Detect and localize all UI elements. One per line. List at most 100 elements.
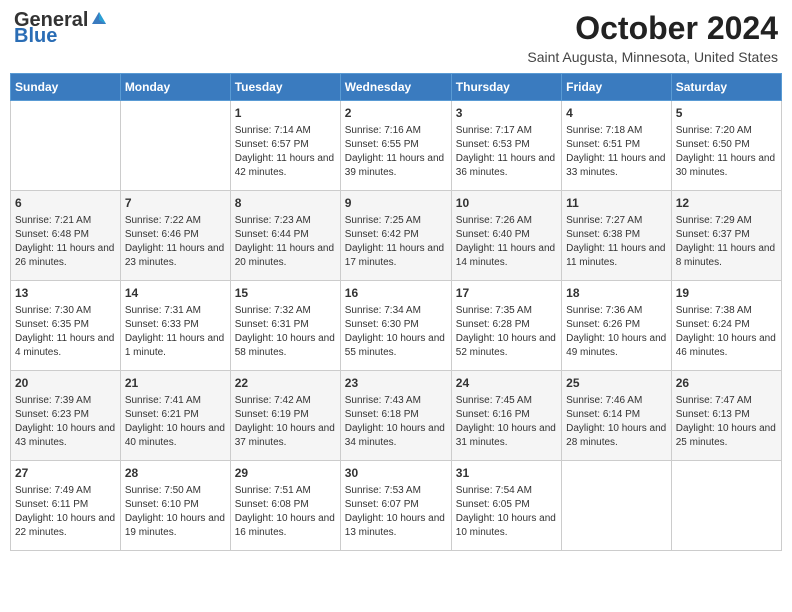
table-row xyxy=(120,101,230,191)
sunset-text: Sunset: 6:11 PM xyxy=(15,498,116,512)
sunset-text: Sunset: 6:51 PM xyxy=(566,138,667,152)
daylight-text: Daylight: 11 hours and 39 minutes. xyxy=(345,152,447,180)
daylight-text: Daylight: 11 hours and 1 minute. xyxy=(125,332,226,360)
daylight-text: Daylight: 11 hours and 20 minutes. xyxy=(235,242,336,270)
table-row: 9 Sunrise: 7:25 AMSunset: 6:42 PMDaylight… xyxy=(340,191,451,281)
day-number: 16 xyxy=(345,285,447,302)
table-row: 18Sunrise: 7:36 AMSunset: 6:26 PMDayligh… xyxy=(562,281,672,371)
sunset-text: Sunset: 6:48 PM xyxy=(15,228,116,242)
day-number: 10 xyxy=(456,195,557,212)
sunrise-text: Sunrise: 7:47 AM xyxy=(676,394,777,408)
sunset-text: Sunset: 6:50 PM xyxy=(676,138,777,152)
sunset-text: Sunset: 6:42 PM xyxy=(345,228,447,242)
table-row: 31Sunrise: 7:54 AMSunset: 6:05 PMDayligh… xyxy=(451,461,561,551)
sunset-text: Sunset: 6:30 PM xyxy=(345,318,447,332)
sunrise-text: Sunrise: 7:30 AM xyxy=(15,304,116,318)
daylight-text: Daylight: 11 hours and 36 minutes. xyxy=(456,152,557,180)
day-number: 17 xyxy=(456,285,557,302)
sunrise-text: Sunrise: 7:27 AM xyxy=(566,214,667,228)
sunset-text: Sunset: 6:07 PM xyxy=(345,498,447,512)
day-number: 12 xyxy=(676,195,777,212)
calendar-header-row: Sunday Monday Tuesday Wednesday Thursday… xyxy=(11,74,782,101)
table-row: 20 Sunrise: 7:39 AMSunset: 6:23 PMDayligh… xyxy=(11,371,121,461)
sunset-text: Sunset: 6:16 PM xyxy=(456,408,557,422)
sunset-text: Sunset: 6:23 PM xyxy=(15,408,116,422)
sunrise-text: Sunrise: 7:46 AM xyxy=(566,394,667,408)
sunrise-text: Sunrise: 7:39 AM xyxy=(15,394,116,408)
sunset-text: Sunset: 6:24 PM xyxy=(676,318,777,332)
table-row xyxy=(671,461,781,551)
logo-blue-text: Blue xyxy=(14,26,57,46)
table-row: 22Sunrise: 7:42 AMSunset: 6:19 PMDayligh… xyxy=(230,371,340,461)
daylight-text: Daylight: 10 hours and 43 minutes. xyxy=(15,422,116,450)
daylight-text: Daylight: 11 hours and 23 minutes. xyxy=(125,242,226,270)
table-row: 17Sunrise: 7:35 AMSunset: 6:28 PMDayligh… xyxy=(451,281,561,371)
sunset-text: Sunset: 6:33 PM xyxy=(125,318,226,332)
page-header: General Blue October 2024 Saint Augusta,… xyxy=(10,10,782,65)
sunset-text: Sunset: 6:31 PM xyxy=(235,318,336,332)
sunrise-text: Sunrise: 7:53 AM xyxy=(345,484,447,498)
sunrise-text: Sunrise: 7:20 AM xyxy=(676,124,777,138)
daylight-text: Daylight: 11 hours and 11 minutes. xyxy=(566,242,667,270)
table-row: 3Sunrise: 7:17 AMSunset: 6:53 PMDaylight… xyxy=(451,101,561,191)
sunrise-text: Sunrise: 7:38 AM xyxy=(676,304,777,318)
table-row: 27Sunrise: 7:49 AMSunset: 6:11 PMDayligh… xyxy=(11,461,121,551)
sunset-text: Sunset: 6:46 PM xyxy=(125,228,226,242)
col-friday: Friday xyxy=(562,74,672,101)
daylight-text: Daylight: 11 hours and 42 minutes. xyxy=(235,152,336,180)
daylight-text: Daylight: 10 hours and 25 minutes. xyxy=(676,422,777,450)
daylight-text: Daylight: 10 hours and 52 minutes. xyxy=(456,332,557,360)
table-row: 2Sunrise: 7:16 AMSunset: 6:55 PMDaylight… xyxy=(340,101,451,191)
table-row: 23Sunrise: 7:43 AMSunset: 6:18 PMDayligh… xyxy=(340,371,451,461)
col-tuesday: Tuesday xyxy=(230,74,340,101)
sunrise-text: Sunrise: 7:49 AM xyxy=(15,484,116,498)
col-wednesday: Wednesday xyxy=(340,74,451,101)
day-number: 2 xyxy=(345,105,447,122)
sunrise-text: Sunrise: 7:54 AM xyxy=(456,484,557,498)
logo-icon xyxy=(90,10,108,28)
daylight-text: Daylight: 11 hours and 30 minutes. xyxy=(676,152,777,180)
daylight-text: Daylight: 10 hours and 58 minutes. xyxy=(235,332,336,360)
day-number: 20 xyxy=(15,375,116,392)
table-row: 21Sunrise: 7:41 AMSunset: 6:21 PMDayligh… xyxy=(120,371,230,461)
table-row xyxy=(562,461,672,551)
sunrise-text: Sunrise: 7:51 AM xyxy=(235,484,336,498)
sunset-text: Sunset: 6:38 PM xyxy=(566,228,667,242)
day-number: 15 xyxy=(235,285,336,302)
day-number: 28 xyxy=(125,465,226,482)
daylight-text: Daylight: 10 hours and 19 minutes. xyxy=(125,512,226,540)
day-number: 26 xyxy=(676,375,777,392)
daylight-text: Daylight: 10 hours and 16 minutes. xyxy=(235,512,336,540)
table-row: 13Sunrise: 7:30 AMSunset: 6:35 PMDayligh… xyxy=(11,281,121,371)
location-title: Saint Augusta, Minnesota, United States xyxy=(527,49,778,65)
daylight-text: Daylight: 11 hours and 4 minutes. xyxy=(15,332,116,360)
day-number: 9 xyxy=(345,195,447,212)
col-sunday: Sunday xyxy=(11,74,121,101)
sunrise-text: Sunrise: 7:16 AM xyxy=(345,124,447,138)
daylight-text: Daylight: 11 hours and 17 minutes. xyxy=(345,242,447,270)
day-number: 31 xyxy=(456,465,557,482)
table-row: 1Sunrise: 7:14 AMSunset: 6:57 PMDaylight… xyxy=(230,101,340,191)
table-row: 24Sunrise: 7:45 AMSunset: 6:16 PMDayligh… xyxy=(451,371,561,461)
month-title: October 2024 xyxy=(527,10,778,47)
table-row: 8Sunrise: 7:23 AMSunset: 6:44 PMDaylight… xyxy=(230,191,340,281)
table-row: 14Sunrise: 7:31 AMSunset: 6:33 PMDayligh… xyxy=(120,281,230,371)
day-number: 21 xyxy=(125,375,226,392)
sunrise-text: Sunrise: 7:14 AM xyxy=(235,124,336,138)
table-row: 25Sunrise: 7:46 AMSunset: 6:14 PMDayligh… xyxy=(562,371,672,461)
daylight-text: Daylight: 10 hours and 13 minutes. xyxy=(345,512,447,540)
sunrise-text: Sunrise: 7:25 AM xyxy=(345,214,447,228)
day-number: 24 xyxy=(456,375,557,392)
sunset-text: Sunset: 6:08 PM xyxy=(235,498,336,512)
calendar-week-5: 27 Sunrise: 7:49 AMSunset: 6:11 PM Dayligh… xyxy=(11,461,782,551)
day-number: 27 xyxy=(15,465,116,482)
sunset-text: Sunset: 6:53 PM xyxy=(456,138,557,152)
table-row: 7Sunrise: 7:22 AMSunset: 6:46 PMDaylight… xyxy=(120,191,230,281)
daylight-text: Daylight: 10 hours and 37 minutes. xyxy=(235,422,336,450)
col-thursday: Thursday xyxy=(451,74,561,101)
day-number: 25 xyxy=(566,375,667,392)
day-number: 1 xyxy=(235,105,336,122)
table-row: 16Sunrise: 7:34 AMSunset: 6:30 PMDayligh… xyxy=(340,281,451,371)
calendar-week-4: 20Sunrise: 7:39 AMSunset: 6:23 PMDayligh… xyxy=(11,371,782,461)
day-number: 22 xyxy=(235,375,336,392)
